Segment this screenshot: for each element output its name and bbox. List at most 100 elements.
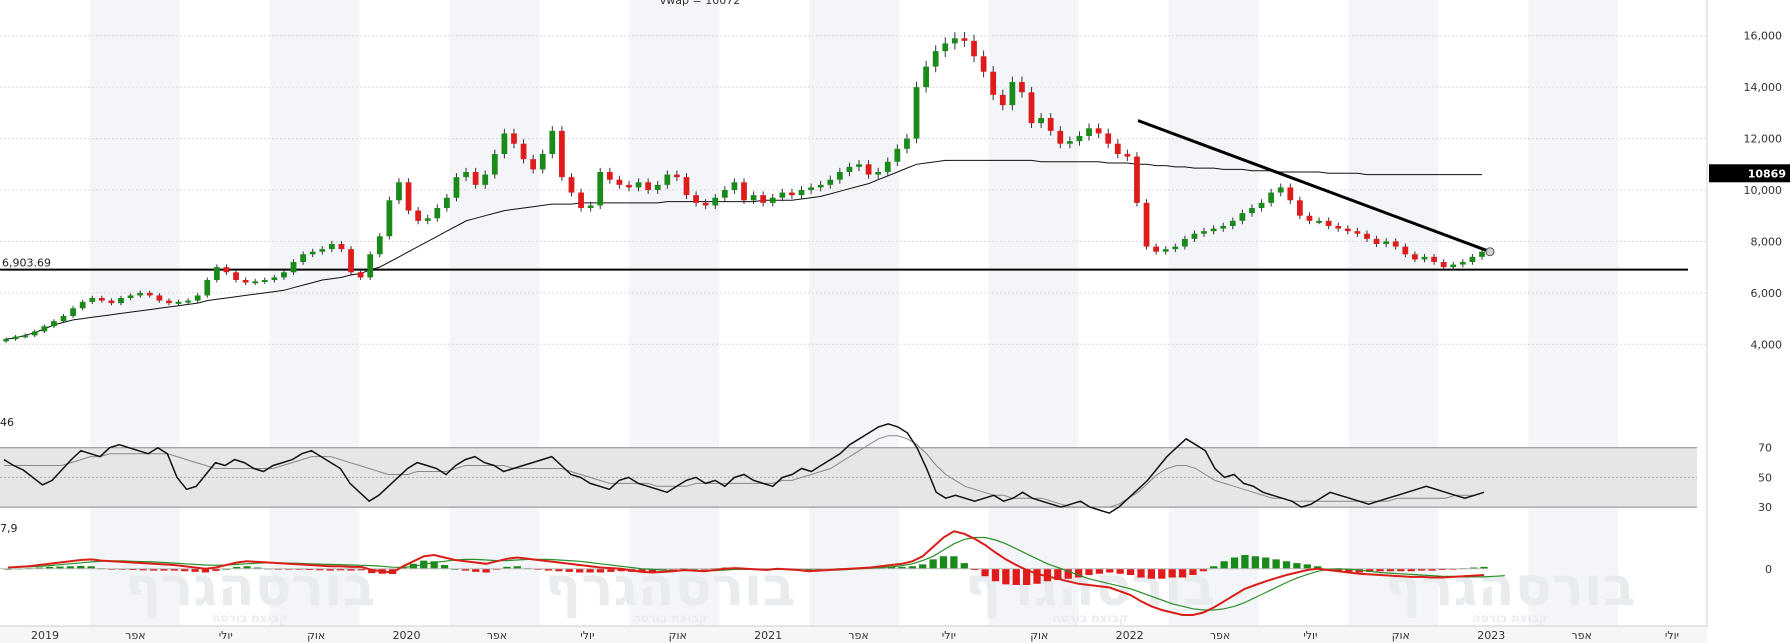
x-tick-label: 2021 (754, 629, 782, 642)
candle-body (1210, 228, 1217, 232)
x-tick-label: יולי (580, 629, 594, 642)
x-tick-label: 2022 (1116, 629, 1144, 642)
candle-body (1354, 231, 1361, 234)
background-stripe (269, 0, 360, 628)
background-stripe (1528, 0, 1619, 628)
candle-body (1095, 128, 1102, 134)
candle-body (1220, 226, 1227, 229)
candle-body (175, 301, 182, 304)
candle-body (51, 321, 57, 327)
candle-body (434, 208, 441, 219)
candle-body (578, 192, 584, 208)
candle-body (79, 301, 86, 309)
rsi-tick-label: 70 (1758, 442, 1772, 455)
candle-body (1431, 256, 1437, 262)
candle-body (376, 236, 383, 255)
macd-histogram-bar (981, 568, 989, 577)
candle-body (281, 272, 287, 278)
candle-body (185, 300, 191, 303)
candle-body (357, 272, 364, 278)
candle-body (453, 177, 460, 198)
macd-tick-label: 0 (1765, 563, 1772, 576)
candle-body (1191, 233, 1198, 239)
price-tick-label: 16,000 (1744, 30, 1783, 43)
candle-body (1373, 238, 1380, 244)
watermark-text: בורסהגרף (1385, 555, 1636, 618)
candle-body (1258, 202, 1265, 208)
candle-body (520, 143, 527, 160)
candle-body (271, 277, 278, 280)
x-tick-label: אפר (1571, 629, 1591, 642)
candle-body (242, 280, 249, 283)
candle-body (769, 197, 776, 203)
x-tick-label: אוק (1030, 629, 1048, 642)
candle-body (597, 172, 604, 206)
candle-body (654, 184, 661, 190)
candle-body (213, 267, 220, 280)
x-tick-label: אוק (307, 629, 325, 642)
macd-histogram-bar (1106, 568, 1114, 573)
candle-body (1412, 254, 1418, 260)
candle-body (683, 177, 690, 196)
candle-body (1162, 249, 1169, 252)
candle-body (3, 339, 9, 342)
candle-body (472, 172, 479, 185)
candle-body (501, 133, 508, 154)
watermark-subtext: קבוצת בורסה (1052, 611, 1128, 625)
candle-body (89, 298, 96, 302)
y-axis-area (1707, 0, 1790, 643)
macd-histogram-bar (1230, 557, 1239, 569)
candle-body (568, 177, 575, 193)
candle-body (980, 56, 987, 72)
macd-histogram-bar (1178, 568, 1187, 578)
candle-body (396, 182, 402, 201)
candle-body (60, 316, 67, 322)
candle-body (530, 159, 537, 170)
candle-body (204, 280, 211, 296)
macd-histogram-bar (1126, 568, 1135, 575)
macd-histogram-bar (586, 568, 594, 573)
candle-body (482, 174, 489, 185)
watermark-subtext: קבוצת בורסה (632, 611, 708, 625)
candle-body (118, 298, 124, 304)
candle-body (156, 295, 163, 301)
candle-body (233, 272, 239, 280)
candle-body (127, 295, 134, 298)
candle-body (1316, 220, 1322, 223)
candle-body (1114, 143, 1121, 154)
macd-histogram-bar (1095, 568, 1104, 574)
candle-body (1383, 241, 1390, 244)
candle-body (894, 148, 901, 162)
candle-body (1335, 226, 1342, 229)
candle-body (386, 200, 393, 237)
macd-histogram-bar (1251, 556, 1259, 569)
candle-body (70, 308, 76, 316)
candle-body (1057, 130, 1064, 144)
macd-histogram-bar (1033, 568, 1041, 584)
price-tick-label: 8,000 (1751, 235, 1783, 248)
rsi-value-label: 46 (0, 416, 14, 429)
background-stripe (1348, 0, 1439, 628)
candle-body (904, 138, 910, 149)
candle-body (1134, 156, 1140, 203)
candle-body (817, 184, 824, 188)
candle-body (645, 182, 652, 190)
candle-body (674, 174, 680, 178)
background-stripe (629, 0, 720, 628)
candle-body (1143, 202, 1150, 247)
candle-body (1344, 228, 1351, 232)
candle-body (146, 292, 153, 296)
candle-body (1172, 246, 1179, 250)
candle-body (616, 179, 623, 185)
candle-body (1028, 92, 1035, 124)
candle-body (261, 280, 268, 282)
candle-body (1421, 256, 1428, 260)
x-tick-label: אפר (848, 629, 868, 642)
candle-body (300, 254, 306, 262)
macd-histogram-bar (1262, 557, 1270, 569)
macd-histogram-bar (1147, 568, 1156, 579)
macd-histogram-bar (1241, 555, 1249, 569)
x-tick-label: יולי (1303, 629, 1317, 642)
candle-body (491, 154, 498, 175)
candle-body (789, 192, 795, 196)
